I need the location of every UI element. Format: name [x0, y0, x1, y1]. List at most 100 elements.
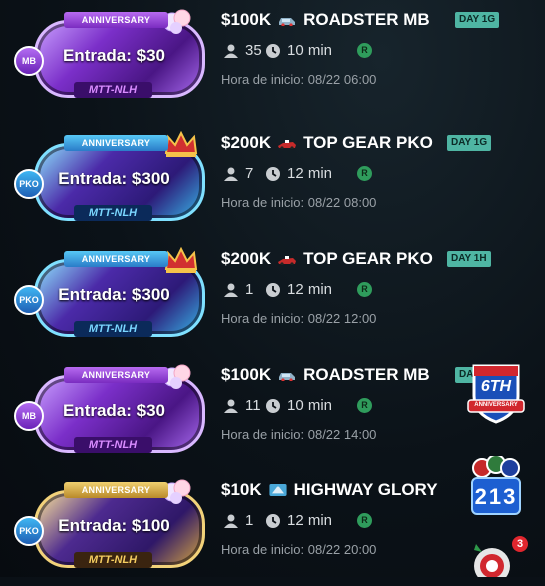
- r-badge: R: [357, 282, 372, 297]
- anniversary-ribbon: ANNIVERSARY: [64, 12, 168, 28]
- day-tag: DAY 1H: [447, 251, 491, 267]
- r-badge: R: [357, 166, 372, 181]
- game-type-tag: MTT-NLH: [74, 82, 152, 98]
- prize-amount: $100K: [221, 10, 272, 29]
- clock-icon: [266, 282, 280, 297]
- tournament-meta: 35 10 min R: [223, 42, 372, 59]
- player-icon: [224, 44, 238, 58]
- start-time: Hora de inicio: 08/22 20:00: [221, 542, 376, 557]
- tournament-title: $100K ROADSTER MB: [221, 365, 430, 385]
- start-label: Hora de inicio:: [221, 427, 305, 442]
- prize-amount: $100K: [221, 365, 272, 384]
- lucky-number-digits: 213: [474, 484, 518, 509]
- start-label: Hora de inicio:: [221, 311, 305, 326]
- clock-icon: [266, 513, 280, 528]
- notification-count-badge: 3: [512, 536, 528, 552]
- duration: 10 min: [287, 42, 333, 59]
- entry-fee: Entrada: $300: [58, 169, 170, 188]
- tournament-meta: 11 10 min R: [223, 397, 372, 414]
- tournament-badge[interactable]: ANNIVERSARY PKO Entrada: $300 MTT-NLH: [14, 131, 205, 223]
- duration: 10 min: [287, 397, 333, 414]
- crown-icon: [164, 131, 198, 157]
- tournament-badge[interactable]: ANNIVERSARY MB Entrada: $30 MTT-NLH: [14, 8, 205, 100]
- tournament-row[interactable]: ANNIVERSARY MB Entrada: $30 MTT-NLH $100…: [0, 0, 545, 116]
- race-car-icon: [278, 256, 297, 265]
- player-count: 35: [245, 42, 262, 59]
- tournament-badge[interactable]: ANNIVERSARY PKO Entrada: $100 MTT-NLH: [14, 478, 205, 570]
- prize-amount: $10K: [221, 480, 262, 499]
- player-count: 11: [245, 397, 261, 414]
- game-type-tag: MTT-NLH: [74, 437, 152, 453]
- entry-fee: Entrada: $30: [62, 401, 166, 420]
- start-value: 08/22 12:00: [307, 311, 377, 326]
- day-tag: DAY 1G: [455, 12, 500, 28]
- day-tag: DAY 1G: [447, 135, 492, 151]
- anniversary-ribbon: ANNIVERSARY: [64, 367, 168, 383]
- clock-icon: [266, 166, 280, 181]
- highway-sign-icon: [269, 484, 287, 496]
- tournament-row[interactable]: ANNIVERSARY PKO Entrada: $300 MTT-NLH $2…: [0, 239, 545, 355]
- tournament-title: $10K HIGHWAY GLORY: [221, 480, 438, 500]
- start-value: 08/22 06:00: [307, 72, 377, 87]
- start-label: Hora de inicio:: [221, 195, 305, 210]
- player-icon: [224, 167, 238, 181]
- tournament-meta: 7 12 min R: [223, 165, 372, 182]
- anniversary-ribbon: ANNIVERSARY: [64, 482, 168, 498]
- tournament-title: $200K TOP GEAR PKO: [221, 133, 433, 153]
- shield-number: 6TH: [480, 378, 512, 395]
- tournament-name: ROADSTER MB: [303, 10, 430, 29]
- tournament-name: TOP GEAR PKO: [303, 249, 433, 268]
- tournament-row[interactable]: ANNIVERSARY PKO Entrada: $100 MTT-NLH $1…: [0, 470, 545, 586]
- player-count: 1: [245, 281, 254, 298]
- prize-amount: $200K: [221, 133, 272, 152]
- lucky-number-widget[interactable]: 213: [466, 454, 526, 518]
- anniversary-6th-shield[interactable]: 6TH ANNIVERSARY: [466, 362, 526, 424]
- clock-icon: [266, 43, 280, 58]
- r-badge: R: [357, 513, 372, 528]
- shield-label: ANNIVERSARY: [474, 402, 518, 408]
- game-type-tag: MTT-NLH: [74, 205, 152, 221]
- game-type-tag: MTT-NLH: [74, 321, 152, 337]
- player-icon: [224, 399, 238, 413]
- tournament-badge[interactable]: ANNIVERSARY MB Entrada: $30 MTT-NLH: [14, 363, 205, 455]
- entry-fee: Entrada: $100: [58, 516, 170, 535]
- tournament-title: $200K TOP GEAR PKO: [221, 249, 433, 269]
- game-type-tag: MTT-NLH: [74, 552, 152, 568]
- tournament-name: HIGHWAY GLORY: [293, 480, 438, 499]
- start-value: 08/22 20:00: [307, 542, 377, 557]
- r-badge: R: [357, 43, 372, 58]
- tournament-title: $100K ROADSTER MB: [221, 10, 430, 30]
- prize-amount: $200K: [221, 249, 272, 268]
- crown-icon: [164, 247, 198, 273]
- tournament-row[interactable]: ANNIVERSARY MB Entrada: $30 MTT-NLH $100…: [0, 355, 545, 471]
- tournament-row[interactable]: ANNIVERSARY PKO Entrada: $300 MTT-NLH $2…: [0, 123, 545, 239]
- start-label: Hora de inicio:: [221, 72, 305, 87]
- player-count: 7: [245, 165, 254, 182]
- tournament-meta: 1 12 min R: [223, 281, 372, 298]
- anniversary-ribbon: ANNIVERSARY: [64, 251, 168, 267]
- player-icon: [224, 283, 238, 297]
- start-time: Hora de inicio: 08/22 14:00: [221, 427, 376, 442]
- start-value: 08/22 08:00: [307, 195, 377, 210]
- target-notification[interactable]: 3: [468, 534, 528, 584]
- car-icon: [279, 18, 296, 26]
- player-icon: [224, 514, 238, 528]
- start-label: Hora de inicio:: [221, 542, 305, 557]
- start-value: 08/22 14:00: [307, 427, 377, 442]
- entry-fee: Entrada: $30: [62, 46, 166, 65]
- start-time: Hora de inicio: 08/22 12:00: [221, 311, 376, 326]
- tournament-meta: 1 12 min R: [223, 512, 372, 529]
- duration: 12 min: [287, 165, 333, 182]
- anniversary-ribbon: ANNIVERSARY: [64, 135, 168, 151]
- entry-fee: Entrada: $300: [58, 285, 170, 304]
- tournament-name: ROADSTER MB: [303, 365, 430, 384]
- r-badge: R: [357, 398, 372, 413]
- duration: 12 min: [287, 512, 333, 529]
- tournament-name: TOP GEAR PKO: [303, 133, 433, 152]
- clock-icon: [266, 398, 280, 413]
- tournament-badge[interactable]: ANNIVERSARY PKO Entrada: $300 MTT-NLH: [14, 247, 205, 339]
- start-time: Hora de inicio: 08/22 06:00: [221, 72, 376, 87]
- player-count: 1: [245, 512, 254, 529]
- race-car-icon: [278, 140, 297, 149]
- car-icon: [279, 373, 296, 381]
